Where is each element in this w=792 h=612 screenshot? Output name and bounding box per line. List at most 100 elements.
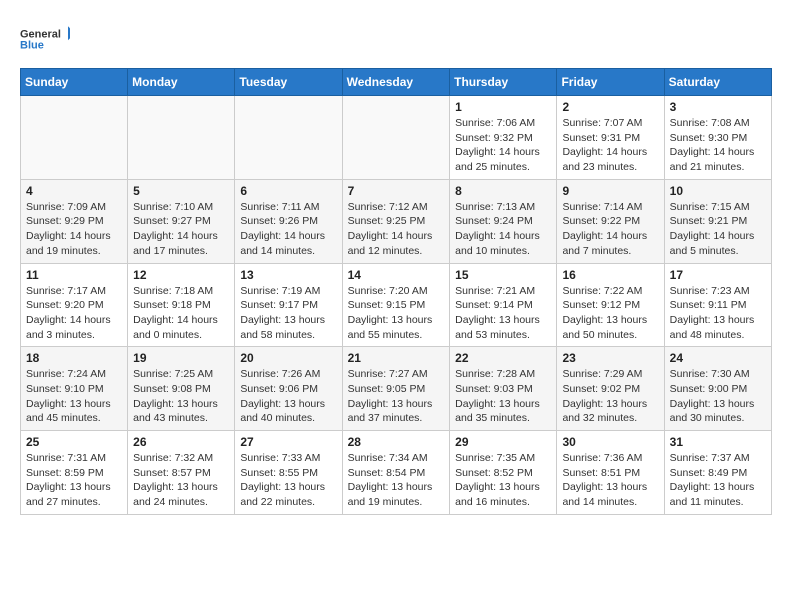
day-number: 5: [133, 184, 229, 198]
day-number: 6: [240, 184, 336, 198]
logo: General Blue: [20, 20, 70, 60]
weekday-header-saturday: Saturday: [664, 69, 771, 96]
day-info: Sunrise: 7:35 AMSunset: 8:52 PMDaylight:…: [455, 451, 551, 510]
day-info: Sunrise: 7:30 AMSunset: 9:00 PMDaylight:…: [670, 367, 766, 426]
calendar-week-1: 1 Sunrise: 7:06 AMSunset: 9:32 PMDaylight…: [21, 96, 772, 180]
day-number: 31: [670, 435, 766, 449]
calendar-cell: 17 Sunrise: 7:23 AMSunset: 9:11 PMDayligh…: [664, 263, 771, 347]
calendar-cell: 10 Sunrise: 7:15 AMSunset: 9:21 PMDayligh…: [664, 179, 771, 263]
day-number: 24: [670, 351, 766, 365]
logo-svg: General Blue: [20, 20, 70, 60]
day-info: Sunrise: 7:34 AMSunset: 8:54 PMDaylight:…: [348, 451, 445, 510]
calendar-cell: 12 Sunrise: 7:18 AMSunset: 9:18 PMDayligh…: [128, 263, 235, 347]
day-info: Sunrise: 7:18 AMSunset: 9:18 PMDaylight:…: [133, 284, 229, 343]
day-number: 16: [562, 268, 658, 282]
day-number: 27: [240, 435, 336, 449]
day-number: 28: [348, 435, 445, 449]
day-info: Sunrise: 7:27 AMSunset: 9:05 PMDaylight:…: [348, 367, 445, 426]
day-info: Sunrise: 7:29 AMSunset: 9:02 PMDaylight:…: [562, 367, 658, 426]
calendar-cell: 30Sunrise: 7:36 AMSunset: 8:51 PMDayligh…: [557, 431, 664, 515]
weekday-header-thursday: Thursday: [450, 69, 557, 96]
day-info: Sunrise: 7:06 AMSunset: 9:32 PMDaylight:…: [455, 116, 551, 175]
calendar-cell: 23 Sunrise: 7:29 AMSunset: 9:02 PMDayligh…: [557, 347, 664, 431]
calendar-cell: 9Sunrise: 7:14 AMSunset: 9:22 PMDaylight…: [557, 179, 664, 263]
calendar-cell: 15 Sunrise: 7:21 AMSunset: 9:14 PMDayligh…: [450, 263, 557, 347]
day-number: 20: [240, 351, 336, 365]
page-header: General Blue: [20, 20, 772, 60]
day-info: Sunrise: 7:08 AMSunset: 9:30 PMDaylight:…: [670, 116, 766, 175]
day-info: Sunrise: 7:26 AMSunset: 9:06 PMDaylight:…: [240, 367, 336, 426]
day-number: 9: [562, 184, 658, 198]
day-number: 12: [133, 268, 229, 282]
svg-text:Blue: Blue: [20, 39, 44, 51]
calendar-cell: 14 Sunrise: 7:20 AMSunset: 9:15 PMDayligh…: [342, 263, 450, 347]
weekday-header-tuesday: Tuesday: [235, 69, 342, 96]
day-info: Sunrise: 7:36 AMSunset: 8:51 PMDaylight:…: [562, 451, 658, 510]
day-info: Sunrise: 7:22 AMSunset: 9:12 PMDaylight:…: [562, 284, 658, 343]
day-number: 11: [26, 268, 122, 282]
calendar-cell: 4Sunrise: 7:09 AMSunset: 9:29 PMDaylight…: [21, 179, 128, 263]
calendar-cell: 5Sunrise: 7:10 AMSunset: 9:27 PMDaylight…: [128, 179, 235, 263]
calendar-cell: 20 Sunrise: 7:26 AMSunset: 9:06 PMDayligh…: [235, 347, 342, 431]
calendar-cell: 18Sunrise: 7:24 AMSunset: 9:10 PMDayligh…: [21, 347, 128, 431]
day-number: 26: [133, 435, 229, 449]
calendar-cell: 2 Sunrise: 7:07 AMSunset: 9:31 PMDaylight…: [557, 96, 664, 180]
calendar-cell: 31Sunrise: 7:37 AMSunset: 8:49 PMDayligh…: [664, 431, 771, 515]
day-number: 18: [26, 351, 122, 365]
calendar-cell: 21Sunrise: 7:27 AMSunset: 9:05 PMDayligh…: [342, 347, 450, 431]
calendar-cell: 27 Sunrise: 7:33 AMSunset: 8:55 PMDayligh…: [235, 431, 342, 515]
day-number: 15: [455, 268, 551, 282]
day-info: Sunrise: 7:25 AMSunset: 9:08 PMDaylight:…: [133, 367, 229, 426]
calendar-cell: 6 Sunrise: 7:11 AMSunset: 9:26 PMDaylight…: [235, 179, 342, 263]
day-number: 23: [562, 351, 658, 365]
calendar-week-3: 11 Sunrise: 7:17 AMSunset: 9:20 PMDayligh…: [21, 263, 772, 347]
day-info: Sunrise: 7:21 AMSunset: 9:14 PMDaylight:…: [455, 284, 551, 343]
day-info: Sunrise: 7:12 AMSunset: 9:25 PMDaylight:…: [348, 200, 445, 259]
day-info: Sunrise: 7:17 AMSunset: 9:20 PMDaylight:…: [26, 284, 122, 343]
day-number: 29: [455, 435, 551, 449]
calendar-cell: 16 Sunrise: 7:22 AMSunset: 9:12 PMDayligh…: [557, 263, 664, 347]
day-number: 17: [670, 268, 766, 282]
calendar-cell: 3Sunrise: 7:08 AMSunset: 9:30 PMDaylight…: [664, 96, 771, 180]
calendar-cell: 22Sunrise: 7:28 AMSunset: 9:03 PMDayligh…: [450, 347, 557, 431]
day-info: Sunrise: 7:20 AMSunset: 9:15 PMDaylight:…: [348, 284, 445, 343]
weekday-header-row: SundayMondayTuesdayWednesdayThursdayFrid…: [21, 69, 772, 96]
calendar-cell: 8Sunrise: 7:13 AMSunset: 9:24 PMDaylight…: [450, 179, 557, 263]
day-info: Sunrise: 7:13 AMSunset: 9:24 PMDaylight:…: [455, 200, 551, 259]
day-info: Sunrise: 7:07 AMSunset: 9:31 PMDaylight:…: [562, 116, 658, 175]
calendar-cell: [235, 96, 342, 180]
svg-text:General: General: [20, 28, 61, 40]
day-number: 1: [455, 100, 551, 114]
day-number: 7: [348, 184, 445, 198]
day-number: 13: [240, 268, 336, 282]
day-number: 4: [26, 184, 122, 198]
weekday-header-monday: Monday: [128, 69, 235, 96]
calendar-week-5: 25Sunrise: 7:31 AMSunset: 8:59 PMDayligh…: [21, 431, 772, 515]
calendar-cell: 11 Sunrise: 7:17 AMSunset: 9:20 PMDayligh…: [21, 263, 128, 347]
calendar-cell: 28 Sunrise: 7:34 AMSunset: 8:54 PMDayligh…: [342, 431, 450, 515]
day-number: 10: [670, 184, 766, 198]
calendar-cell: 7 Sunrise: 7:12 AMSunset: 9:25 PMDaylight…: [342, 179, 450, 263]
calendar-week-4: 18Sunrise: 7:24 AMSunset: 9:10 PMDayligh…: [21, 347, 772, 431]
day-info: Sunrise: 7:33 AMSunset: 8:55 PMDaylight:…: [240, 451, 336, 510]
calendar-cell: 13 Sunrise: 7:19 AMSunset: 9:17 PMDayligh…: [235, 263, 342, 347]
calendar-cell: [21, 96, 128, 180]
calendar-cell: 1 Sunrise: 7:06 AMSunset: 9:32 PMDaylight…: [450, 96, 557, 180]
day-number: 22: [455, 351, 551, 365]
day-number: 14: [348, 268, 445, 282]
calendar-cell: 24 Sunrise: 7:30 AMSunset: 9:00 PMDayligh…: [664, 347, 771, 431]
day-info: Sunrise: 7:11 AMSunset: 9:26 PMDaylight:…: [240, 200, 336, 259]
calendar-cell: 19Sunrise: 7:25 AMSunset: 9:08 PMDayligh…: [128, 347, 235, 431]
calendar-cell: 29 Sunrise: 7:35 AMSunset: 8:52 PMDayligh…: [450, 431, 557, 515]
weekday-header-wednesday: Wednesday: [342, 69, 450, 96]
calendar: SundayMondayTuesdayWednesdayThursdayFrid…: [20, 68, 772, 515]
weekday-header-friday: Friday: [557, 69, 664, 96]
day-info: Sunrise: 7:23 AMSunset: 9:11 PMDaylight:…: [670, 284, 766, 343]
day-info: Sunrise: 7:19 AMSunset: 9:17 PMDaylight:…: [240, 284, 336, 343]
day-info: Sunrise: 7:31 AMSunset: 8:59 PMDaylight:…: [26, 451, 122, 510]
day-info: Sunrise: 7:15 AMSunset: 9:21 PMDaylight:…: [670, 200, 766, 259]
day-info: Sunrise: 7:32 AMSunset: 8:57 PMDaylight:…: [133, 451, 229, 510]
weekday-header-sunday: Sunday: [21, 69, 128, 96]
day-number: 2: [562, 100, 658, 114]
calendar-cell: [342, 96, 450, 180]
